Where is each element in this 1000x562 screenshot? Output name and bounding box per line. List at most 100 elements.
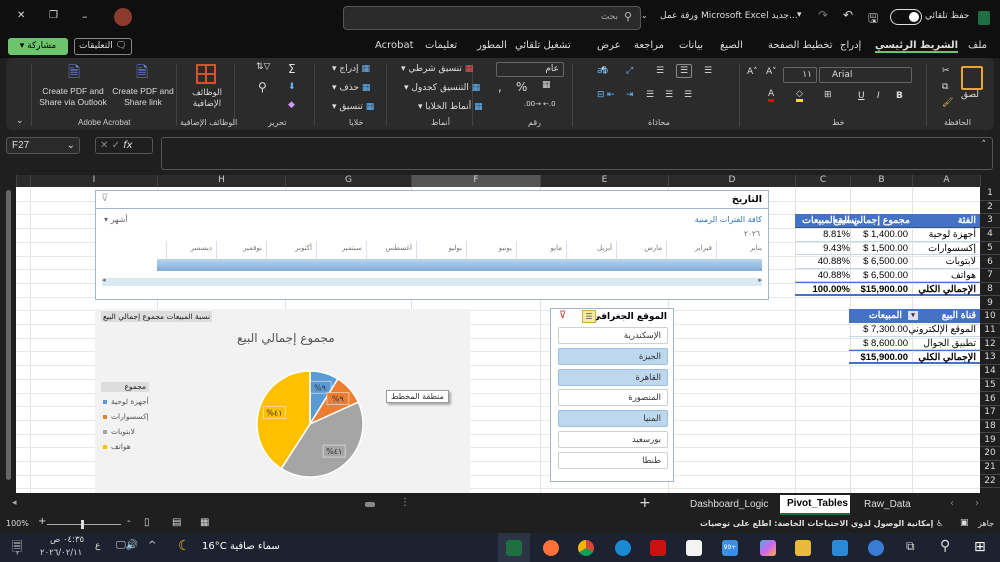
chevron-down-icon[interactable]: ⌄: [641, 11, 648, 20]
row-header[interactable]: 14: [980, 365, 1000, 379]
format-painter-icon[interactable]: 🖌: [942, 98, 953, 108]
timeline-month[interactable]: سبتمبر: [342, 244, 362, 252]
avatar[interactable]: [114, 8, 132, 26]
weather-text[interactable]: سماء صافية: [230, 541, 280, 552]
row-header[interactable]: 21: [980, 461, 1000, 475]
excel-taskbar-button[interactable]: [498, 533, 530, 562]
percent-icon[interactable]: %: [516, 80, 527, 94]
prev-sheet-icon[interactable]: ‹: [950, 498, 954, 509]
tab-review[interactable]: مراجعة: [634, 40, 664, 51]
pdf-link-icon[interactable]: 🗎: [136, 62, 148, 87]
slicer-item[interactable]: الإسكندرية: [558, 327, 668, 344]
acrobat-icon[interactable]: [650, 540, 666, 556]
pivot-chart[interactable]: نسبة المبيعات مجموع إجمالي البيع مجموع إ…: [95, 309, 470, 493]
chat-app-icon[interactable]: [868, 540, 884, 556]
timeline-month[interactable]: يوليو: [449, 244, 462, 252]
cancel-icon[interactable]: ✕: [100, 140, 108, 151]
align-center-icon[interactable]: ☰: [665, 90, 673, 100]
font-size-select[interactable]: ١١: [783, 67, 817, 83]
next-sheet-icon[interactable]: ›: [975, 498, 979, 509]
timeline-month[interactable]: ديسمبر: [191, 244, 212, 252]
row-header[interactable]: 9: [980, 296, 1000, 311]
collapse-ribbon-icon[interactable]: ⌄: [16, 116, 24, 126]
column-header[interactable]: B: [850, 175, 912, 187]
search-box[interactable]: بحث ⚲: [343, 6, 641, 30]
font-name-select[interactable]: Arial: [819, 67, 912, 83]
clear-filter-icon[interactable]: ⊽: [559, 310, 566, 321]
field-button-sum[interactable]: مجموع إجمالي البيع: [103, 312, 164, 321]
clear-filter-icon[interactable]: ⊽: [101, 193, 108, 204]
column-header[interactable]: I: [30, 175, 157, 187]
zoom-out-button[interactable]: -: [127, 516, 131, 527]
slicer-item[interactable]: القاهرة: [558, 368, 668, 386]
legend-item[interactable]: هواتف: [103, 442, 131, 451]
slicer-item[interactable]: الجيزة: [558, 347, 668, 365]
column-header[interactable]: C: [795, 175, 850, 187]
slicer-location[interactable]: الموقع الجغرافي ☰ ⊽ الإسكندرية الجيزة القا…: [550, 308, 674, 482]
timeline-bar[interactable]: [157, 259, 762, 271]
timeline-month[interactable]: يونيو: [499, 244, 512, 252]
autosum-icon[interactable]: Σ: [288, 62, 296, 76]
number-format-select[interactable]: عام: [496, 62, 564, 77]
fill-icon[interactable]: ⬇: [288, 82, 296, 92]
outdent-icon[interactable]: ⇤: [607, 90, 615, 100]
delete-cells-button[interactable]: ▾ حذف ▦: [332, 83, 370, 93]
row-header[interactable]: 18: [980, 419, 1000, 434]
vertical-scrollbar[interactable]: [0, 175, 16, 493]
tab-file[interactable]: ملف: [968, 40, 987, 51]
create-pdf-outlook-button[interactable]: Create PDF and Share via Outlook: [36, 86, 110, 108]
row-header[interactable]: 8: [980, 282, 1000, 297]
timeline-month[interactable]: مارس: [644, 244, 662, 252]
windows-start-icon[interactable]: ⊞: [974, 539, 986, 555]
filter-dropdown-icon[interactable]: ▾: [908, 311, 918, 320]
clear-icon[interactable]: ◆: [288, 100, 295, 110]
search-icon[interactable]: ⚲: [940, 538, 950, 554]
restore-icon[interactable]: ❐: [49, 10, 58, 21]
firefox-icon[interactable]: [543, 540, 559, 556]
decrease-font-icon[interactable]: A˅: [766, 67, 777, 77]
page-layout-icon[interactable]: ▤: [172, 517, 181, 528]
increase-decimal-icon[interactable]: ←.0: [543, 100, 556, 108]
slicer-item[interactable]: بورسعيد: [558, 431, 668, 448]
field-button-pct[interactable]: نسبة المبيعات: [166, 312, 210, 321]
row-header[interactable]: 5: [980, 241, 1000, 256]
column-header[interactable]: G: [285, 175, 411, 187]
fill-color-icon[interactable]: ◇: [796, 89, 803, 102]
timeline-month[interactable]: أكتوبر: [295, 244, 312, 252]
share-button[interactable]: ▾ مشاركة: [8, 38, 68, 55]
edge-icon[interactable]: [615, 540, 631, 556]
row-header[interactable]: 17: [980, 406, 1000, 420]
align-bottom-icon[interactable]: ☰: [704, 66, 712, 76]
row-header[interactable]: 3: [980, 214, 1000, 228]
tab-data[interactable]: بيانات: [679, 40, 703, 51]
timeline-date[interactable]: التاريخ ⊽ كافة الفترات الزمنية ▾ أشهر ٢٠…: [95, 190, 769, 300]
increase-font-icon[interactable]: A˄: [747, 67, 758, 77]
row-header[interactable]: 15: [980, 378, 1000, 393]
tab-page-layout[interactable]: تخطيط الصفحة: [768, 40, 833, 51]
sheet-tab-pivot-tables[interactable]: Pivot_Tables: [780, 495, 850, 515]
comma-icon[interactable]: ,: [498, 80, 502, 94]
pivot2-header-channel[interactable]: قناة البيع: [942, 309, 976, 323]
formula-input[interactable]: ˄: [161, 137, 993, 170]
legend-item[interactable]: لابتوبات: [103, 427, 135, 436]
add-sheet-button[interactable]: +: [639, 495, 651, 511]
cell-styles-button[interactable]: ▾ أنماط الخلايا ▦: [418, 102, 483, 112]
select-all-corner[interactable]: [980, 175, 1000, 187]
slicer-item[interactable]: طنطا: [558, 451, 668, 469]
slicer-item[interactable]: المنصورة: [558, 389, 668, 407]
mail-icon[interactable]: 99+: [722, 540, 738, 556]
row-header[interactable]: 16: [980, 392, 1000, 406]
copilot-icon[interactable]: [760, 540, 776, 556]
align-middle-icon[interactable]: ☰: [676, 64, 693, 78]
row-header[interactable]: 7: [980, 269, 1000, 283]
legend-item[interactable]: أجهزة لوحية: [103, 397, 149, 406]
language-indicator[interactable]: ع: [95, 541, 100, 551]
addins-button[interactable]: الوظائف الإضافية: [184, 88, 230, 110]
column-header[interactable]: F: [411, 175, 540, 187]
timeline-month[interactable]: فبراير: [695, 244, 712, 252]
row-header[interactable]: 10: [980, 310, 1000, 324]
tab-developer[interactable]: المطور: [477, 40, 507, 51]
conditional-formatting-button[interactable]: ▾ تنسيق شرطي ▦: [401, 64, 473, 74]
enter-icon[interactable]: ✓: [112, 140, 120, 151]
more-options-icon[interactable]: ⋮: [400, 497, 410, 508]
